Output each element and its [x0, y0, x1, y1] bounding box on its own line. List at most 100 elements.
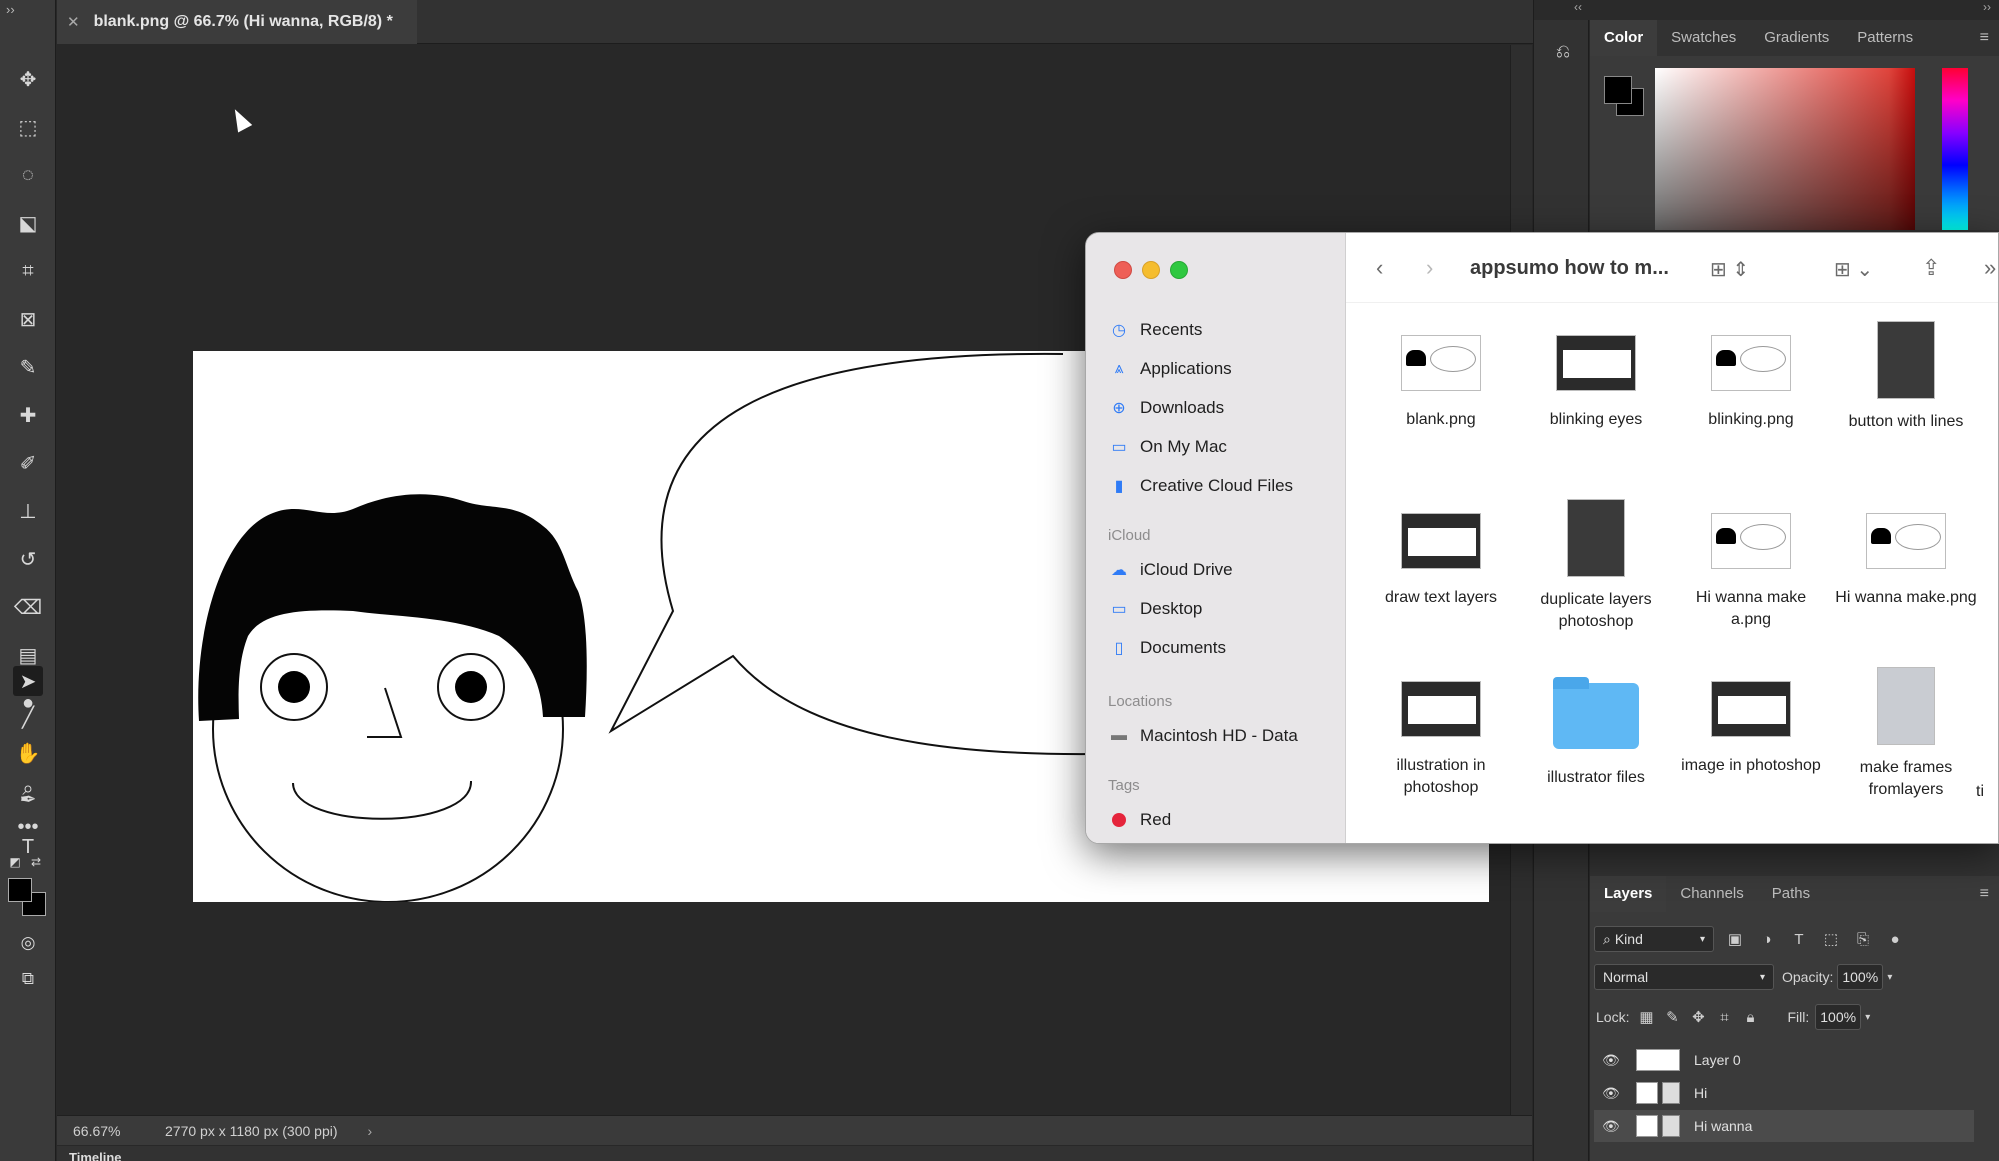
lock-artboard-icon[interactable]: ⌗: [1713, 1006, 1735, 1028]
eraser-tool-icon[interactable]: ⌫: [13, 592, 43, 622]
minimize-window-button[interactable]: [1142, 261, 1160, 279]
forward-icon[interactable]: ›: [1426, 255, 1433, 281]
more-tools-icon[interactable]: •••: [13, 812, 43, 842]
opacity-label: Opacity:: [1782, 969, 1834, 985]
tab-paths[interactable]: Paths: [1758, 876, 1824, 912]
lock-all-icon[interactable]: 🔒︎: [1739, 1006, 1761, 1028]
sidebar-item-on-my-mac[interactable]: ▭ On My Mac: [1108, 432, 1226, 462]
more-toolbar-icon[interactable]: »: [1984, 255, 1996, 281]
history-panel-icon[interactable]: ⎌: [1548, 36, 1578, 66]
brush-tool-icon[interactable]: ✐: [13, 448, 43, 478]
opacity-chevron-icon[interactable]: ▾: [1887, 972, 1892, 983]
lock-transparent-icon[interactable]: ▦: [1635, 1006, 1657, 1028]
close-tab-icon[interactable]: ✕: [67, 13, 80, 31]
crop-tool-icon[interactable]: ⌗: [13, 256, 43, 286]
foreground-color-swatch[interactable]: [8, 878, 32, 902]
file-item[interactable]: illustration in photoshop: [1366, 681, 1516, 799]
healing-brush-tool-icon[interactable]: ✚: [13, 400, 43, 430]
filter-toggle-icon[interactable]: ●: [1884, 928, 1906, 950]
path-selection-tool-icon[interactable]: ➤: [13, 666, 43, 696]
zoom-tool-icon[interactable]: ⌕: [13, 774, 43, 804]
fill-input[interactable]: 100%: [1815, 1004, 1862, 1030]
hue-slider[interactable]: [1942, 68, 1968, 230]
sidebar-item-downloads[interactable]: ⊕ Downloads: [1108, 393, 1224, 423]
sidebar-item-desktop[interactable]: ▭ Desktop: [1108, 594, 1202, 624]
swap-colors-icon[interactable]: ⇄: [26, 852, 46, 872]
eyedropper-tool-icon[interactable]: ✎: [13, 352, 43, 382]
tab-color[interactable]: Color: [1590, 20, 1658, 56]
file-item[interactable]: button with lines: [1831, 321, 1981, 433]
expand-panels-icon[interactable]: ››: [1590, 0, 1999, 20]
back-icon[interactable]: ‹: [1376, 255, 1383, 281]
sidebar-item-applications[interactable]: ⩓ Applications: [1108, 354, 1231, 384]
file-item[interactable]: Hi wanna make.png: [1831, 513, 1981, 609]
file-item[interactable]: draw text layers: [1366, 513, 1516, 609]
tab-patterns[interactable]: Patterns: [1843, 20, 1927, 56]
sidebar-item-tag-red[interactable]: Red: [1108, 805, 1171, 835]
sidebar-item-label: Downloads: [1140, 398, 1225, 417]
sidebar-item-documents[interactable]: ▯ Documents: [1108, 633, 1226, 663]
file-item[interactable]: make frames fromlayers: [1831, 667, 1981, 801]
document-tab[interactable]: ✕ blank.png @ 66.7% (Hi wanna, RGB/8) *: [57, 0, 417, 44]
layers-menu-icon[interactable]: ≡: [1980, 885, 1989, 903]
sidebar-item-icloud-drive[interactable]: ☁︎ iCloud Drive: [1108, 555, 1233, 585]
tab-gradients[interactable]: Gradients: [1750, 20, 1843, 56]
file-item[interactable]: duplicate layers photoshop: [1521, 499, 1671, 633]
frame-tool-icon[interactable]: ⊠: [13, 304, 43, 334]
quick-mask-icon[interactable]: ◎: [13, 928, 43, 958]
tab-channels[interactable]: Channels: [1666, 876, 1757, 912]
blend-mode-select[interactable]: Normal ▾: [1594, 964, 1774, 990]
eye-icon[interactable]: 👁︎: [1602, 1118, 1624, 1135]
eye-icon[interactable]: 👁︎: [1602, 1052, 1624, 1069]
hand-tool-icon[interactable]: ✋: [13, 738, 43, 768]
timeline-label[interactable]: Timeline: [69, 1150, 122, 1161]
status-menu-arrow-icon[interactable]: ›: [368, 1123, 373, 1139]
screen-mode-icon[interactable]: ⧉: [13, 964, 43, 994]
smart-object-filter-icon[interactable]: ⎘: [1852, 928, 1874, 950]
fill-chevron-icon[interactable]: ▾: [1865, 1012, 1870, 1023]
lock-position-icon[interactable]: ✥: [1687, 1006, 1709, 1028]
lock-paint-icon[interactable]: ✎: [1661, 1006, 1683, 1028]
line-tool-icon[interactable]: ╱: [13, 702, 43, 732]
sidebar-item-creative-cloud-files[interactable]: ▮ Creative Cloud Files: [1108, 471, 1293, 501]
lasso-tool-icon[interactable]: ◌: [13, 160, 43, 190]
collapse-dock-icon[interactable]: ‹‹: [1534, 0, 1590, 20]
color-foreground-swatch[interactable]: [1604, 76, 1632, 104]
sidebar-item-recents[interactable]: ◷ Recents: [1108, 315, 1202, 345]
marquee-tool-icon[interactable]: ⬚: [13, 112, 43, 142]
sidebar-item-macintosh-hd[interactable]: ▬ Macintosh HD - Data: [1108, 721, 1298, 751]
move-tool-icon[interactable]: ✥: [13, 64, 43, 94]
layer-row[interactable]: 👁︎ Layer 0: [1594, 1044, 1974, 1076]
image-filter-icon[interactable]: ▣: [1724, 928, 1746, 950]
file-item-partial[interactable]: ti: [1976, 763, 1998, 803]
adjustment-filter-icon[interactable]: ◑: [1756, 928, 1778, 950]
zoom-window-button[interactable]: [1170, 261, 1188, 279]
file-item[interactable]: illustrator files: [1521, 677, 1671, 789]
panel-menu-icon[interactable]: ≡: [1980, 29, 1989, 47]
default-colors-icon[interactable]: ◩: [5, 852, 25, 872]
file-item[interactable]: blank.png: [1366, 335, 1516, 431]
layer-row[interactable]: 👁︎ Hi: [1594, 1077, 1974, 1109]
file-item[interactable]: Hi wanna make a.png: [1676, 513, 1826, 631]
shape-filter-icon[interactable]: ⬚: [1820, 928, 1842, 950]
tab-swatches[interactable]: Swatches: [1657, 20, 1750, 56]
object-select-tool-icon[interactable]: ⬕: [13, 208, 43, 238]
collapse-toolbar-icon[interactable]: ››: [6, 2, 15, 17]
icon-view-icon[interactable]: ⊞ ⇕: [1710, 257, 1749, 282]
clone-stamp-tool-icon[interactable]: ⊥: [13, 496, 43, 526]
opacity-input[interactable]: 100%: [1837, 964, 1884, 990]
file-item[interactable]: image in photoshop: [1676, 681, 1826, 777]
close-window-button[interactable]: [1114, 261, 1132, 279]
file-item[interactable]: blinking.png: [1676, 335, 1826, 431]
tab-layers[interactable]: Layers: [1590, 876, 1667, 912]
history-brush-tool-icon[interactable]: ↺: [13, 544, 43, 574]
eye-icon[interactable]: 👁︎: [1602, 1085, 1624, 1102]
color-field[interactable]: [1655, 68, 1915, 230]
layer-row-selected[interactable]: 👁︎ Hi wanna: [1594, 1110, 1974, 1142]
file-item[interactable]: blinking eyes: [1521, 335, 1671, 431]
type-filter-icon[interactable]: T: [1788, 928, 1810, 950]
kind-filter-select[interactable]: ⌕ Kind ▾: [1594, 926, 1714, 952]
zoom-level[interactable]: 66.67%: [57, 1123, 157, 1139]
group-by-icon[interactable]: ⊞ ⌄: [1834, 257, 1873, 282]
share-icon[interactable]: ⇪: [1922, 255, 1940, 281]
